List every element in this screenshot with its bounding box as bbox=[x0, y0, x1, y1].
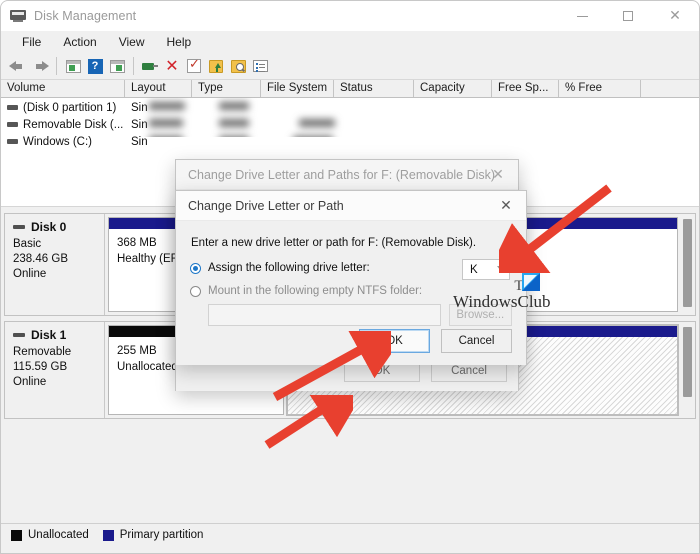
volume-icon bbox=[7, 139, 18, 144]
legend-label-unallocated: Unallocated bbox=[28, 529, 89, 541]
delete-button[interactable]: ✕ bbox=[161, 55, 183, 77]
upgrade-disk-button[interactable] bbox=[205, 55, 227, 77]
inner-dialog-body: Enter a new drive letter or path for F: … bbox=[176, 221, 526, 365]
rescan-disks-button[interactable] bbox=[139, 55, 161, 77]
radio-mount-ntfs-folder[interactable] bbox=[190, 285, 201, 297]
inner-cancel-button[interactable]: Cancel bbox=[441, 329, 512, 353]
disk-size: 115.59 GB bbox=[13, 361, 68, 373]
toolbar: ? ✕ bbox=[1, 53, 699, 79]
disk-info-disk-1[interactable]: Disk 1 Removable 115.59 GB Online bbox=[5, 322, 105, 418]
chevron-down-icon bbox=[497, 266, 503, 270]
minimize-icon bbox=[576, 15, 588, 17]
disk-name: Disk 1 bbox=[31, 328, 67, 342]
verify-button[interactable] bbox=[183, 55, 205, 77]
menu-view[interactable]: View bbox=[108, 33, 156, 52]
disk-icon bbox=[13, 225, 25, 229]
title-bar: Disk Management ✕ bbox=[1, 1, 699, 31]
outer-dialog-close-button[interactable]: ✕ bbox=[478, 160, 518, 190]
separator-2 bbox=[133, 57, 134, 75]
volume-icon bbox=[7, 122, 18, 127]
legend-label-primary-partition: Primary partition bbox=[119, 529, 204, 541]
disk-name: Disk 0 bbox=[31, 220, 67, 234]
minimize-button[interactable] bbox=[559, 1, 605, 31]
forward-button[interactable] bbox=[29, 55, 51, 77]
menu-bar: File Action View Help bbox=[1, 31, 699, 53]
disk-state: Online bbox=[13, 268, 47, 280]
show-hide-console-tree-icon bbox=[65, 59, 81, 73]
rescan-disks-icon bbox=[142, 61, 158, 72]
scrollbar-thumb[interactable] bbox=[683, 219, 692, 307]
window-title: Disk Management bbox=[34, 9, 137, 23]
separator-1 bbox=[56, 57, 57, 75]
mount-ntfs-folder-label: Mount in the following empty NTFS folder… bbox=[208, 285, 423, 297]
show-hide-console-tree-button[interactable] bbox=[62, 55, 84, 77]
drive-letter-dropdown[interactable]: K bbox=[462, 259, 510, 280]
disk-size: 238.46 GB bbox=[13, 253, 68, 265]
browse-button[interactable]: Browse... bbox=[448, 304, 512, 326]
properties-icon bbox=[252, 60, 268, 72]
mount-path-row: Browse... bbox=[208, 304, 512, 326]
disk-kind: Removable bbox=[13, 346, 72, 358]
cell-layout: Sin bbox=[131, 135, 148, 148]
disk-info-disk-0[interactable]: Disk 0 Basic 238.46 GB Online bbox=[5, 214, 105, 315]
upgrade-disk-icon bbox=[209, 59, 223, 73]
explore-icon bbox=[230, 59, 246, 73]
windowsclub-logo-icon bbox=[522, 273, 540, 291]
menu-file[interactable]: File bbox=[11, 33, 52, 52]
change-drive-letter-or-path-dialog[interactable]: Change Drive Letter or Path ✕ Enter a ne… bbox=[175, 190, 527, 365]
help-button[interactable]: ? bbox=[84, 55, 106, 77]
legend: Unallocated Primary partition bbox=[1, 523, 699, 553]
window-controls: ✕ bbox=[559, 1, 699, 31]
disk-management-window: Disk Management ✕ File Action View Help … bbox=[0, 0, 700, 554]
disk-state: Online bbox=[13, 376, 47, 388]
assign-drive-letter-label: Assign the following drive letter: bbox=[208, 262, 370, 274]
inner-dialog-buttons: OK Cancel bbox=[359, 329, 512, 353]
mount-path-input[interactable] bbox=[208, 304, 441, 326]
maximize-icon bbox=[623, 11, 633, 21]
explore-button[interactable] bbox=[227, 55, 249, 77]
legend-swatch-unallocated bbox=[11, 529, 22, 541]
close-icon: ✕ bbox=[500, 198, 512, 214]
maximize-button[interactable] bbox=[605, 1, 651, 31]
cell-volume: (Disk 0 partition 1) bbox=[23, 101, 117, 114]
back-button[interactable] bbox=[7, 55, 29, 77]
legend-swatch-primary-partition bbox=[102, 529, 114, 541]
show-hide-action-pane-icon bbox=[109, 59, 125, 73]
outer-dialog-title-bar: Change Drive Letter and Paths for F: (Re… bbox=[176, 160, 518, 190]
verify-icon bbox=[187, 57, 201, 73]
cell-volume: Windows (C:) bbox=[23, 135, 93, 148]
close-icon: ✕ bbox=[669, 8, 681, 24]
menu-help[interactable]: Help bbox=[156, 33, 203, 52]
volume-icon bbox=[7, 105, 18, 110]
radio-assign-drive-letter[interactable] bbox=[190, 262, 201, 274]
delete-icon: ✕ bbox=[165, 56, 179, 75]
close-button[interactable]: ✕ bbox=[651, 1, 699, 31]
inner-dialog-prompt: Enter a new drive letter or path for F: … bbox=[191, 237, 477, 249]
help-icon: ? bbox=[87, 58, 103, 74]
menu-action[interactable]: Action bbox=[52, 33, 107, 52]
outer-dialog-title: Change Drive Letter and Paths for F: (Re… bbox=[188, 167, 496, 182]
legend-item-primary-partition: Primary partition bbox=[102, 529, 204, 541]
inner-dialog-title: Change Drive Letter or Path bbox=[188, 198, 344, 213]
column-header-volume[interactable]: Volume bbox=[1, 80, 125, 97]
assign-drive-letter-option[interactable]: Assign the following drive letter: K bbox=[190, 259, 512, 280]
disk-icon bbox=[13, 333, 25, 337]
redaction-blur bbox=[149, 102, 335, 144]
inner-ok-button[interactable]: OK bbox=[359, 329, 430, 353]
redacted-volume-details bbox=[141, 79, 699, 144]
properties-button[interactable] bbox=[249, 55, 271, 77]
disk-0-scrollbar[interactable] bbox=[682, 217, 693, 312]
show-hide-action-pane-button[interactable] bbox=[106, 55, 128, 77]
legend-item-unallocated: Unallocated bbox=[11, 529, 89, 541]
mount-ntfs-folder-option[interactable]: Mount in the following empty NTFS folder… bbox=[190, 285, 512, 297]
inner-dialog-close-button[interactable]: ✕ bbox=[486, 191, 526, 221]
drive-letter-value: K bbox=[470, 263, 478, 276]
close-icon: ✕ bbox=[492, 167, 504, 183]
disk-kind: Basic bbox=[13, 238, 42, 250]
inner-dialog-title-bar: Change Drive Letter or Path ✕ bbox=[176, 191, 526, 221]
disk-1-scrollbar[interactable] bbox=[682, 325, 693, 415]
disk-management-icon bbox=[10, 8, 26, 24]
cell-volume: Removable Disk (... bbox=[23, 118, 124, 131]
scrollbar-thumb[interactable] bbox=[683, 327, 692, 397]
